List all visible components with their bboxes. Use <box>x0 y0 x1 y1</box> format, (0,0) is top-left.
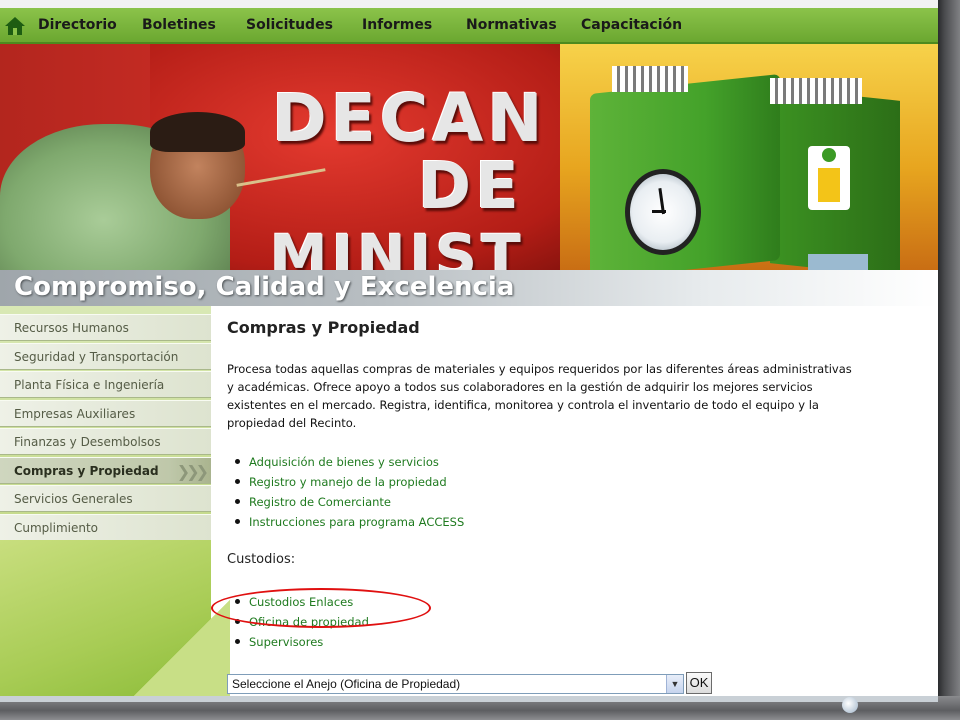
banner-letters-1: DECAN <box>272 80 547 157</box>
status-bar-strip <box>0 696 938 702</box>
home-icon[interactable] <box>4 15 26 37</box>
banner-letters-2: DE <box>418 150 523 224</box>
top-strip <box>0 0 938 8</box>
nav-directorio[interactable]: Directorio <box>38 8 117 42</box>
sidebar-item-compras-propiedad[interactable]: Compras y Propiedad ❯❯❯ <box>0 457 211 484</box>
sidebar-item-recursos-humanos[interactable]: Recursos Humanos <box>0 314 211 341</box>
paragraph-line: Procesa todas aquellas compras de materi… <box>227 362 852 376</box>
link-adquisicion[interactable]: Adquisición de bienes y servicios <box>234 452 464 472</box>
header-banner: DECAN DE MINIST <box>0 44 938 270</box>
sidebar-item-cumplimiento[interactable]: Cumplimiento <box>0 514 211 541</box>
link-registro-propiedad[interactable]: Registro y manejo de la propiedad <box>234 472 464 492</box>
banner-letters-3: MINIST <box>270 222 525 270</box>
university-logo-icon <box>808 146 850 210</box>
nav-solicitudes[interactable]: Solicitudes <box>246 8 333 42</box>
browser-page: Directorio Boletines Solicitudes Informe… <box>0 0 938 696</box>
bottom-window-frame <box>0 696 960 720</box>
nav-informes[interactable]: Informes <box>362 8 432 42</box>
description-paragraph: Procesa todas aquellas compras de materi… <box>227 360 867 432</box>
tower-grille-left <box>612 66 688 92</box>
chevron-down-icon[interactable]: ▼ <box>666 675 683 693</box>
sidebar-item-finanzas[interactable]: Finanzas y Desembolsos <box>0 428 211 455</box>
select-value: Seleccione el Anejo (Oficina de Propieda… <box>232 677 461 691</box>
page-title: Compras y Propiedad <box>227 318 420 337</box>
sidebar-item-planta-fisica[interactable]: Planta Física e Ingeniería <box>0 371 211 398</box>
paragraph-line: y académicas. Ofrece apoyo a todos sus c… <box>227 380 813 394</box>
sidebar-item-empresas-auxiliares[interactable]: Empresas Auxiliares <box>0 400 211 427</box>
right-window-frame <box>938 0 960 720</box>
sidebar: Recursos Humanos Seguridad y Transportac… <box>0 306 230 696</box>
clock-icon <box>625 169 701 255</box>
sidebar-item-servicios-generales[interactable]: Servicios Generales <box>0 485 211 512</box>
custodios-label: Custodios: <box>227 552 296 567</box>
anejo-select[interactable]: Seleccione el Anejo (Oficina de Propieda… <box>227 674 684 694</box>
tower-grille-right <box>770 78 862 104</box>
nav-capacitacion[interactable]: Capacitación <box>581 8 682 42</box>
sidebar-decoration <box>0 540 230 696</box>
sidebar-item-label: Compras y Propiedad <box>14 464 159 478</box>
paragraph-line: existentes en el mercado. Registra, iden… <box>227 398 819 412</box>
services-link-list: Adquisición de bienes y servicios Regist… <box>234 452 464 532</box>
painter-hair <box>150 112 245 152</box>
sidebar-item-seguridad[interactable]: Seguridad y Transportación <box>0 343 211 370</box>
chevron-right-icon: ❯❯❯ <box>176 462 209 481</box>
link-instrucciones-access[interactable]: Instrucciones para programa ACCESS <box>234 512 464 532</box>
tagline-text: Compromiso, Calidad y Excelencia <box>14 272 515 302</box>
nav-normativas[interactable]: Normativas <box>466 8 557 42</box>
tower-glass <box>808 254 868 270</box>
link-registro-comerciante[interactable]: Registro de Comerciante <box>234 492 464 512</box>
status-globe-icon <box>842 697 858 713</box>
top-navbar: Directorio Boletines Solicitudes Informe… <box>0 8 938 44</box>
link-supervisores[interactable]: Supervisores <box>235 632 369 652</box>
paragraph-line: propiedad del Recinto. <box>227 416 357 430</box>
nav-boletines[interactable]: Boletines <box>142 8 216 42</box>
ok-button[interactable]: OK <box>686 672 712 694</box>
tagline-band: Compromiso, Calidad y Excelencia <box>0 270 938 306</box>
red-highlight-circle <box>211 588 431 628</box>
main-content: Compras y Propiedad Procesa todas aquell… <box>211 306 938 696</box>
